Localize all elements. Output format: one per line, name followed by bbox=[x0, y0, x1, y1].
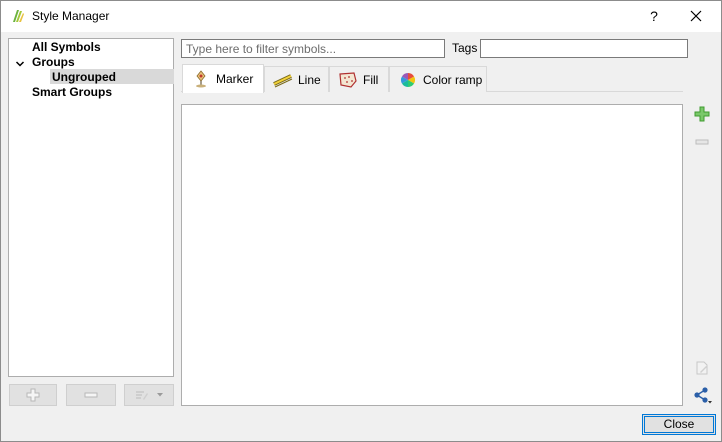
color-ramp-icon bbox=[401, 72, 415, 87]
edit-icon bbox=[136, 391, 148, 400]
tree-item-all-symbols[interactable]: All Symbols bbox=[32, 40, 101, 55]
marker-icon bbox=[196, 70, 206, 88]
tab-line[interactable]: Line bbox=[264, 66, 329, 92]
add-item-icon[interactable] bbox=[694, 106, 710, 122]
minus-icon bbox=[84, 392, 98, 398]
title-bar: Style Manager ? bbox=[1, 1, 721, 32]
symbol-list[interactable] bbox=[181, 104, 683, 406]
tags-label: Tags bbox=[452, 41, 478, 55]
group-tree[interactable]: All Symbols Groups Ungrouped Smart Group… bbox=[8, 38, 174, 377]
plus-icon bbox=[26, 388, 40, 402]
tab-fill[interactable]: Fill bbox=[329, 66, 389, 92]
tree-item-groups[interactable]: Groups bbox=[32, 55, 75, 70]
remove-group-button[interactable] bbox=[66, 384, 116, 406]
window-close-button[interactable] bbox=[681, 5, 711, 27]
add-group-button[interactable] bbox=[9, 384, 57, 406]
remove-item-icon[interactable] bbox=[694, 134, 710, 150]
share-icon[interactable] bbox=[693, 387, 713, 405]
symbol-filter-input[interactable] bbox=[181, 39, 445, 58]
tab-color-ramp-label: Color ramp bbox=[423, 72, 483, 87]
tab-color-ramp[interactable]: Color ramp bbox=[389, 66, 487, 92]
tab-fill-label: Fill bbox=[363, 72, 379, 87]
tab-marker-label: Marker bbox=[216, 72, 254, 86]
symbol-type-tabs: Marker Line Fill Color ramp bbox=[181, 64, 681, 93]
style-manager-window: Style Manager ? All Symbols Groups Ungro… bbox=[0, 0, 722, 442]
tab-line-label: Line bbox=[298, 72, 321, 87]
qgis-app-icon bbox=[13, 10, 24, 22]
line-icon bbox=[273, 73, 293, 87]
tree-item-ungrouped[interactable]: Ungrouped bbox=[52, 70, 116, 85]
tab-marker[interactable]: Marker bbox=[182, 64, 264, 93]
chevron-down-icon bbox=[157, 393, 163, 397]
edit-item-icon[interactable] bbox=[694, 360, 710, 376]
fill-icon bbox=[339, 71, 357, 88]
edit-group-button[interactable] bbox=[124, 384, 174, 406]
tags-input[interactable] bbox=[480, 39, 688, 58]
help-button[interactable]: ? bbox=[642, 5, 666, 27]
close-button[interactable]: Close bbox=[642, 414, 716, 435]
tree-item-smart-groups[interactable]: Smart Groups bbox=[32, 85, 112, 100]
close-icon bbox=[690, 10, 702, 22]
chevron-down-icon[interactable] bbox=[15, 59, 25, 69]
window-title: Style Manager bbox=[32, 9, 110, 23]
